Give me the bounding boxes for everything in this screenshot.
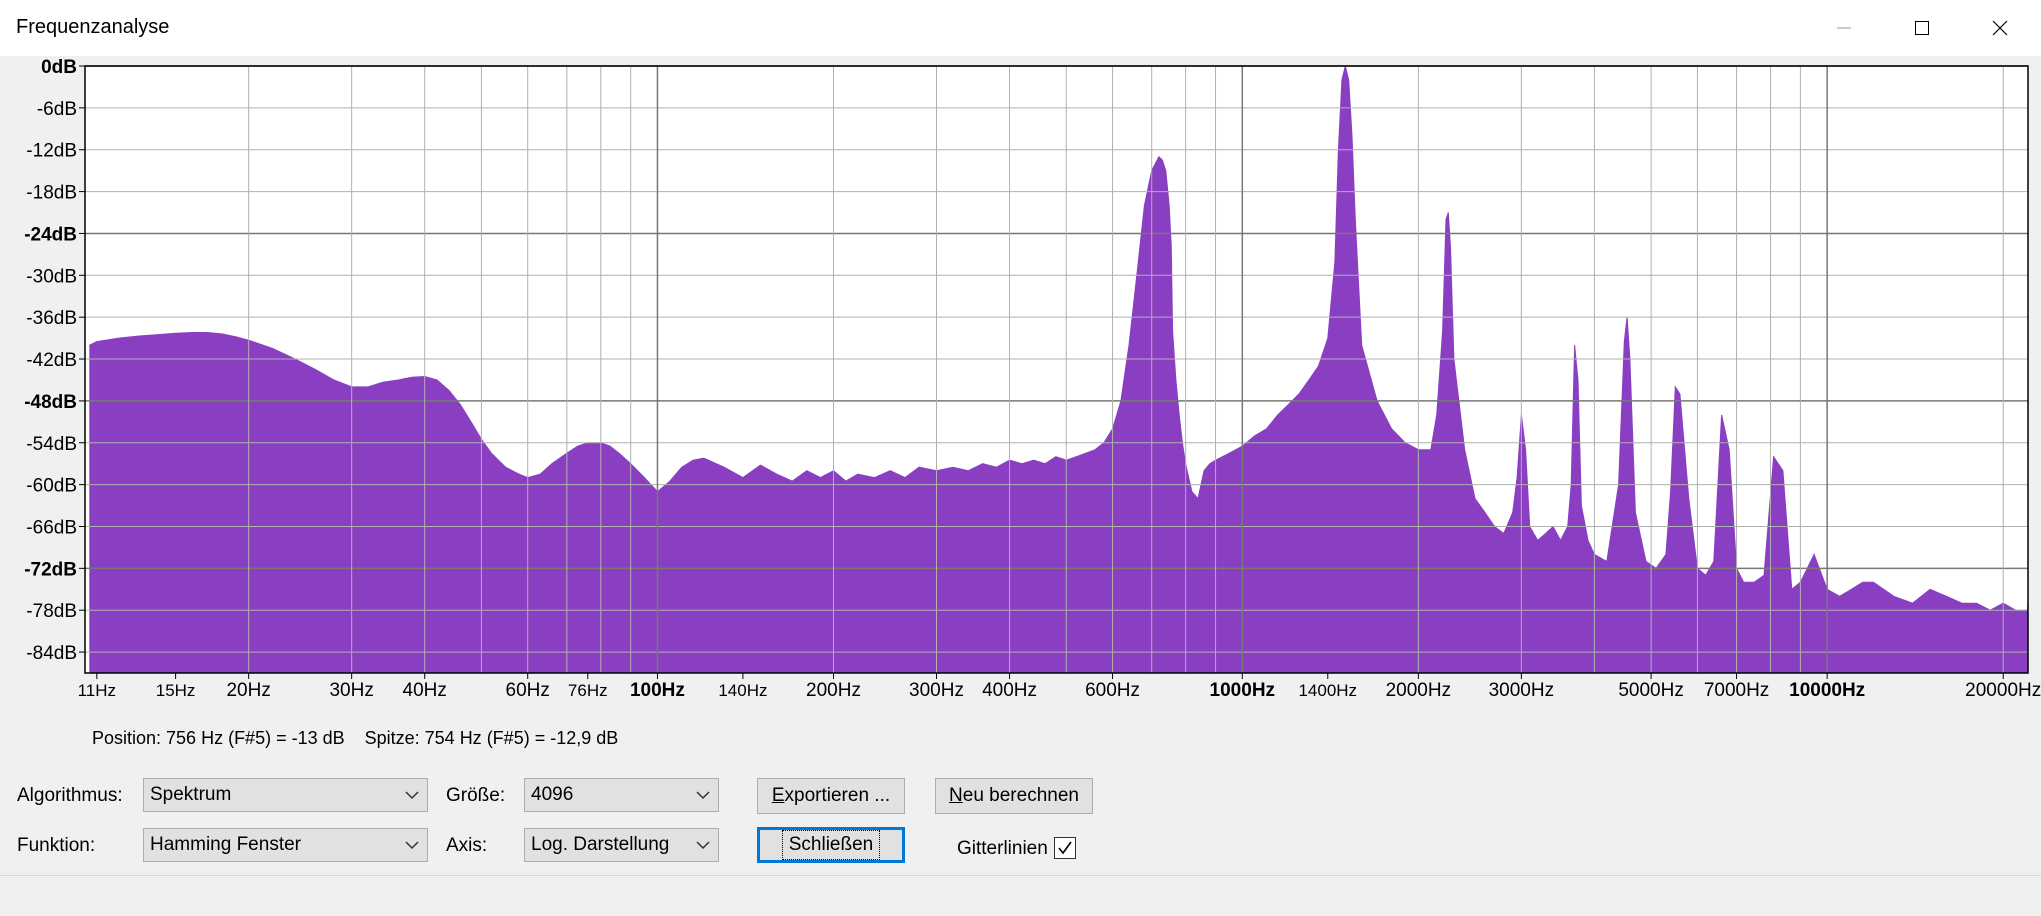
y-tick-label: -72dB [24, 559, 77, 580]
y-tick-label: -84dB [26, 643, 77, 664]
minimize-icon [1837, 27, 1851, 29]
x-tick-label: 3000Hz [1489, 680, 1555, 696]
x-tick-label: 600Hz [1085, 680, 1140, 696]
x-tick-label: 20000Hz [1965, 680, 2041, 696]
x-tick-label: 100Hz [630, 680, 685, 696]
axis-select-value: Log. Darstellung [531, 834, 670, 855]
x-tick-label: 140Hz [718, 681, 767, 696]
x-tick-label: 1000Hz [1210, 680, 1276, 696]
chevron-down-icon [696, 791, 710, 800]
export-button[interactable]: Exportieren ... [757, 778, 905, 814]
recalculate-button-label: Neu berechnen [949, 785, 1079, 806]
chevron-down-icon [696, 841, 710, 850]
y-tick-label: -6dB [37, 99, 77, 120]
x-tick-label: 300Hz [909, 680, 964, 696]
chevron-down-icon [405, 841, 419, 850]
y-tick-label: -48dB [24, 392, 77, 413]
x-tick-label: 76Hz [568, 681, 608, 696]
x-tick-label: 2000Hz [1386, 680, 1452, 696]
x-tick-label: 30Hz [329, 680, 373, 696]
size-label: Größe: [446, 785, 506, 806]
maximize-button[interactable] [1883, 0, 1961, 56]
y-tick-label: -60dB [26, 476, 77, 497]
maximize-icon [1915, 21, 1929, 35]
gridlines-label: Gitterlinien [957, 838, 1048, 859]
window-title: Frequenzanalyse [16, 16, 170, 38]
x-tick-label: 400Hz [982, 680, 1037, 696]
size-select[interactable]: 4096 [524, 778, 719, 812]
recalculate-button[interactable]: Neu berechnen [935, 778, 1093, 814]
x-tick-label: 11Hz [78, 681, 116, 696]
close-icon [1992, 20, 2008, 36]
function-label: Funktion: [17, 835, 96, 856]
x-tick-label: 7000Hz [1704, 680, 1770, 696]
close-button[interactable]: Schließen [757, 827, 905, 863]
function-select-value: Hamming Fenster [150, 834, 301, 855]
minimize-button[interactable] [1805, 0, 1883, 56]
x-tick-label: 60Hz [506, 680, 550, 696]
cursor-position-text: Position: 756 Hz (F#5) = -13 dB [92, 728, 345, 748]
y-tick-label: -78dB [26, 601, 77, 622]
title-bar: Frequenzanalyse [0, 0, 2041, 56]
size-select-value: 4096 [531, 784, 574, 805]
y-tick-label: -24dB [24, 224, 77, 245]
axis-label: Axis: [446, 835, 488, 856]
y-tick-label: 0dB [41, 57, 77, 78]
spectrum-plot-area: 0dB -6dB -12dB -18dB -24dB -30dB -36dB -42dB -48… [0, 56, 2041, 696]
x-tick-label: 10000Hz [1789, 680, 1865, 696]
x-tick-label: 20Hz [226, 680, 270, 696]
close-button-label: Schließen [781, 830, 881, 860]
y-tick-label: -54dB [26, 434, 77, 455]
status-bar [0, 875, 2041, 916]
close-window-button[interactable] [1961, 0, 2039, 56]
x-tick-label: 15Hz [156, 681, 196, 696]
y-tick-label: -36dB [26, 308, 77, 329]
y-tick-label: -42dB [26, 350, 77, 371]
peak-text: Spitze: 754 Hz (F#5) = -12,9 dB [364, 728, 619, 748]
y-tick-label: -66dB [26, 517, 77, 538]
status-line: Position: 756 Hz (F#5) = -13 dB Spitze: 7… [92, 728, 638, 749]
function-select[interactable]: Hamming Fenster [143, 828, 428, 862]
x-tick-label: 40Hz [403, 680, 447, 696]
y-tick-label: -18dB [26, 183, 77, 204]
chevron-down-icon [405, 791, 419, 800]
x-tick-label: 200Hz [806, 680, 861, 696]
gridlines-checkbox[interactable] [1054, 837, 1076, 859]
axis-select[interactable]: Log. Darstellung [524, 828, 719, 862]
x-tick-label: 5000Hz [1618, 680, 1684, 696]
x-tick-label: 1400Hz [1298, 681, 1357, 696]
algorithm-select-value: Spektrum [150, 784, 232, 805]
checkmark-icon [1058, 841, 1072, 855]
y-tick-label: -30dB [26, 266, 77, 287]
spectrum-chart[interactable]: 0dB -6dB -12dB -18dB -24dB -30dB -36dB -42dB -48… [0, 56, 2041, 696]
algorithm-select[interactable]: Spektrum [143, 778, 428, 812]
algorithm-label: Algorithmus: [17, 785, 123, 806]
export-button-label: Exportieren ... [771, 785, 891, 806]
y-tick-label: -12dB [26, 141, 77, 162]
